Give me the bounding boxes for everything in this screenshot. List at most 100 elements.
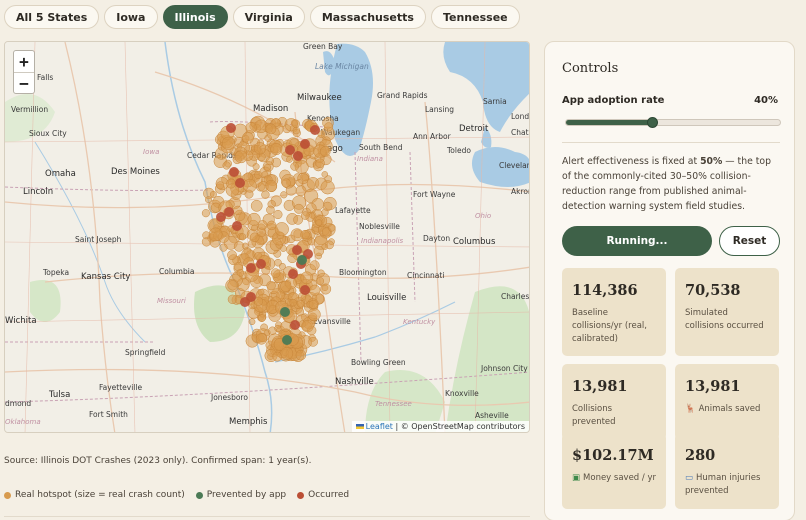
animals-value: 13,981 xyxy=(685,378,741,395)
tab-illinois[interactable]: Illinois xyxy=(162,5,228,29)
hotspot-marker xyxy=(257,220,268,230)
attribution-text: | © OpenStreetMap contributors xyxy=(392,422,525,431)
effectiveness-note: Alert effectiveness is fixed at 50% — th… xyxy=(562,154,782,214)
occurred-marker xyxy=(232,221,242,231)
bandage-icon: ▭ xyxy=(685,473,694,483)
note-effectiveness-value: 50% xyxy=(700,156,723,167)
money-label-row: ▣ Money saved / yr xyxy=(572,472,656,485)
legend-hotspot-label: Real hotspot (size = real crash count) xyxy=(15,490,185,500)
hotspot-marker xyxy=(300,229,310,240)
panel-divider xyxy=(562,142,780,143)
hotspot-marker xyxy=(242,132,254,144)
hotspot-marker xyxy=(316,277,325,286)
hotspot-marker xyxy=(274,258,282,267)
hotspot-marker xyxy=(265,156,275,166)
controls-panel: Controls App adoption rate 40% Alert eff… xyxy=(544,41,795,520)
occurred-marker xyxy=(290,320,300,330)
zoom-in-button[interactable]: + xyxy=(14,51,34,72)
hotspot-marker xyxy=(280,347,294,360)
legend-hotspot: Real hotspot (size = real crash count) xyxy=(4,490,185,500)
legend-occurred: Occurred xyxy=(297,490,349,500)
hotspot-marker xyxy=(261,190,270,199)
hotspot-marker xyxy=(321,243,328,251)
hotspot-marker xyxy=(221,136,236,150)
injuries-label: Human injuries prevented xyxy=(685,473,761,496)
hotspot-marker xyxy=(321,171,329,178)
hotspot-marker xyxy=(290,162,299,171)
hotspot-marker xyxy=(234,150,248,164)
hotspot-marker xyxy=(286,156,293,163)
hotspot-marker xyxy=(266,280,276,291)
stat-card-money: $102.17M ▣ Money saved / yr xyxy=(562,433,666,509)
hotspot-marker xyxy=(291,119,300,128)
occurred-marker xyxy=(285,145,295,155)
occurred-marker xyxy=(292,245,302,255)
prevented-marker xyxy=(297,255,307,265)
tab-iowa[interactable]: Iowa xyxy=(104,5,158,29)
hotspot-marker xyxy=(249,232,260,243)
baseline-label: Baseline collisions/yr (real, calibrated… xyxy=(572,308,647,344)
run-button[interactable]: Running... xyxy=(562,226,712,256)
hotspot-marker xyxy=(201,209,210,218)
occurred-marker xyxy=(246,263,256,273)
stat-card-injuries: 280 ▭ Human injuries prevented xyxy=(675,433,779,509)
hotspot-marker xyxy=(315,158,325,169)
hotspot-marker xyxy=(202,231,211,240)
ukraine-flag-icon xyxy=(355,424,364,429)
hotspot-marker xyxy=(315,219,323,226)
bottom-divider xyxy=(4,516,530,517)
simulated-value: 70,538 xyxy=(685,282,741,299)
hotspot-marker xyxy=(308,336,318,347)
hotspot-marker xyxy=(324,122,334,132)
money-value: $102.17M xyxy=(572,447,654,464)
hotspot-marker xyxy=(209,190,217,198)
money-icon: ▣ xyxy=(572,473,581,483)
tab-all-5-states[interactable]: All 5 States xyxy=(4,5,100,29)
hotspot-marker xyxy=(321,208,329,216)
hotspot-marker xyxy=(306,202,317,214)
hotspot-marker xyxy=(293,203,304,214)
legend-occurred-label: Occurred xyxy=(308,490,350,500)
prevented-marker xyxy=(280,307,290,317)
hotspot-marker xyxy=(270,268,281,278)
hotspot-marker xyxy=(295,185,307,197)
occurred-marker xyxy=(293,151,303,161)
animals-label-row: 🦌 Animals saved xyxy=(685,403,769,416)
hotspot-marker xyxy=(286,234,296,244)
hotspot-marker xyxy=(239,233,247,241)
occurred-dot-icon xyxy=(297,491,305,499)
slider-thumb[interactable] xyxy=(646,117,658,128)
hotspot-marker xyxy=(295,178,304,187)
money-label: Money saved / yr xyxy=(583,473,656,483)
hotspot-marker xyxy=(309,260,320,271)
state-tabs: All 5 States Iowa Illinois Virginia Mass… xyxy=(4,5,520,29)
legend-prevented-label: Prevented by app xyxy=(206,490,287,500)
map-view[interactable]: Green Bay Lake Michigan Milwaukee Grand … xyxy=(4,41,530,433)
occurred-marker xyxy=(256,259,266,269)
hotspot-marker xyxy=(233,205,243,216)
reset-button[interactable]: Reset xyxy=(719,226,780,256)
zoom-out-button[interactable]: − xyxy=(14,72,34,93)
occurred-marker xyxy=(300,139,310,149)
tab-virginia[interactable]: Virginia xyxy=(232,5,305,29)
deer-icon: 🦌 xyxy=(685,404,696,414)
leaflet-link[interactable]: Leaflet xyxy=(366,422,393,431)
hotspot-marker xyxy=(320,283,332,295)
stat-card-simulated: 70,538 Simulated collisions occurred xyxy=(675,268,779,356)
hotspot-marker xyxy=(250,199,263,212)
slider-fill xyxy=(566,120,652,125)
hotspot-marker xyxy=(295,349,307,361)
hotspot-marker xyxy=(274,222,289,237)
hotspot-marker xyxy=(308,299,318,309)
hotspot-marker xyxy=(245,122,257,134)
tab-massachusetts[interactable]: Massachusetts xyxy=(309,5,426,29)
hotspot-layer xyxy=(201,115,337,363)
adoption-rate-label: App adoption rate xyxy=(562,95,665,106)
adoption-rate-slider[interactable] xyxy=(565,117,781,128)
hotspot-marker xyxy=(266,220,277,231)
hotspot-marker xyxy=(265,179,278,192)
hotspot-marker xyxy=(216,181,225,190)
tab-tennessee[interactable]: Tennessee xyxy=(430,5,520,29)
hotspot-marker xyxy=(280,280,292,292)
hotspot-marker xyxy=(300,271,314,285)
